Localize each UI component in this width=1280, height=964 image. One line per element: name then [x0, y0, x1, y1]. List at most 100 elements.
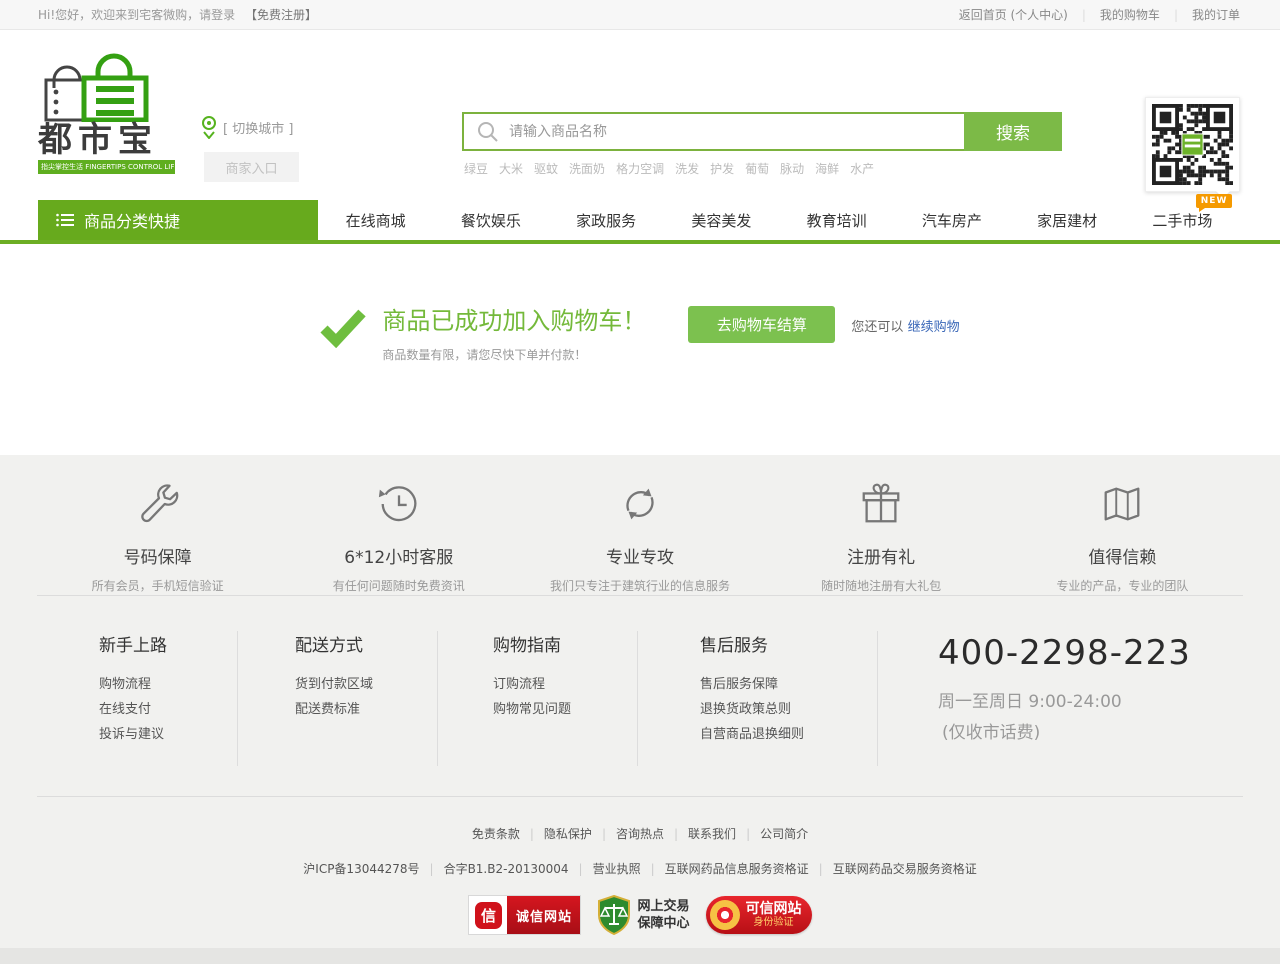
hot-keyword-link[interactable]: 大米 [499, 160, 523, 177]
trade-protect-line2: 保障中心 [637, 915, 689, 932]
hot-keyword-link[interactable]: 洗面奶 [569, 160, 605, 177]
credit-site-badge[interactable]: 信 诚信网站 [468, 895, 581, 935]
nav-item[interactable]: NEW 二手市场 [1152, 210, 1212, 231]
hot-keyword-link[interactable]: 格力空调 [616, 160, 664, 177]
feature-desc: 随时随地注册有大礼包 [761, 577, 1002, 594]
welcome-area: Hi!您好，欢迎来到宅客微购，请登录 【免费注册】 [38, 6, 317, 23]
policy-link[interactable]: 免责条款 [472, 827, 544, 841]
nav-item-label: 美容美发 [691, 212, 751, 230]
search-input[interactable] [509, 114, 964, 149]
nav-item-label: 汽车房产 [922, 212, 982, 230]
feature-title: 注册有礼 [761, 543, 1002, 568]
nav-item[interactable]: 餐饮娱乐 [461, 210, 521, 231]
footer-col-delivery: 配送方式 货到付款区域配送费标准 [238, 631, 438, 766]
nav-item[interactable]: 在线商城 [346, 210, 406, 231]
footer-link[interactable]: 订购流程 [493, 672, 637, 697]
footer-links-section: 新手上路 购物流程在线支付投诉与建议 配送方式 货到付款区域配送费标准 购物指南… [37, 596, 1243, 797]
trade-protect-line1: 网上交易 [637, 898, 689, 915]
continue-shopping-link[interactable]: 继续购物 [908, 320, 960, 335]
nav-item-label: 在线商城 [346, 212, 406, 230]
hot-keyword-link[interactable]: 脉动 [780, 160, 804, 177]
feature-desc: 所有会员，手机短信验证 [37, 577, 278, 594]
footer-link[interactable]: 购物流程 [99, 672, 237, 697]
nav-item[interactable]: 教育培训 [807, 210, 867, 231]
nav-item[interactable]: 汽车房产 [922, 210, 982, 231]
policy-link[interactable]: 公司简介 [760, 827, 808, 841]
nav-item[interactable]: 家居建材 [1037, 210, 1097, 231]
nav-item-label: 二手市场 [1152, 212, 1212, 230]
footer-link[interactable]: 投诉与建议 [99, 722, 237, 747]
feature-service-hours: 6*12小时客服 有任何问题随时免费资讯 [278, 481, 519, 595]
feature-desc: 我们只专注于建筑行业的信息服务 [519, 577, 760, 594]
hot-keywords: 绿豆大米驱蚊洗面奶格力空调洗发护发葡萄脉动海鲜水产 [464, 160, 1064, 177]
home-link[interactable]: 返回首页 (个人中心) [959, 6, 1068, 23]
location-pin-icon [200, 115, 218, 139]
divider: | [1174, 8, 1178, 22]
topbar-links: 返回首页 (个人中心) | 我的购物车 | 我的订单 [959, 6, 1240, 23]
hot-keyword-link[interactable]: 洗发 [675, 160, 699, 177]
hot-keyword-link[interactable]: 水产 [850, 160, 874, 177]
feature-title: 值得信赖 [1002, 543, 1243, 568]
also-text: 您还可以 [851, 320, 903, 335]
hot-keyword-link[interactable]: 护发 [710, 160, 734, 177]
feature-desc: 专业的产品，专业的团队 [1002, 577, 1243, 594]
switch-city-label: [ 切换城市 ] [223, 118, 293, 137]
footer-link[interactable]: 购物常见问题 [493, 697, 637, 722]
footer-link[interactable]: 自营商品退换细则 [700, 722, 877, 747]
nav-item-label: 教育培训 [807, 212, 867, 230]
hot-keyword-link[interactable]: 葡萄 [745, 160, 769, 177]
certificate-badges: 信 诚信网站 网上交易 保障中心 可信网站 [0, 895, 1280, 935]
category-menu-button[interactable]: 商品分类快捷 [38, 200, 318, 240]
search-icon [477, 121, 499, 143]
free-register-link[interactable]: 【免费注册】 [245, 8, 317, 22]
nav-item-label: 家居建材 [1037, 212, 1097, 230]
go-to-cart-button[interactable]: 去购物车结算 [688, 306, 835, 343]
site-logo[interactable]: 都市宝 指尖掌控生活 FINGERTIPS CONTROL LIFE [38, 50, 178, 174]
footer-link[interactable]: 退换货政策总则 [700, 697, 877, 722]
nav-item[interactable]: 家政服务 [576, 210, 636, 231]
hot-keyword-link[interactable]: 驱蚊 [534, 160, 558, 177]
feature-title: 专业专攻 [519, 543, 760, 568]
trusted-site-line1: 可信网站 [746, 902, 802, 917]
welcome-text: Hi!您好，欢迎来到宅客微购，请登录 [38, 8, 235, 22]
service-phone-number: 400-2298-223 [938, 633, 1191, 673]
features-row: 号码保障 所有会员，手机短信验证 6*12小时客服 有任何问题随时免费资讯 专业… [37, 455, 1243, 596]
service-phone-block: 400-2298-223 周一至周日 9:00-24:00 (仅收市话费) [878, 631, 1191, 796]
nav-item[interactable]: 美容美发 [691, 210, 751, 231]
feature-desc: 有任何问题随时免费资讯 [278, 577, 519, 594]
success-check-icon [320, 308, 366, 348]
trusted-site-badge[interactable]: 可信网站 身份验证 [706, 896, 812, 934]
hot-keyword-link[interactable]: 海鲜 [815, 160, 839, 177]
registration-links: 沪ICP备13044278号合字B1.B2-20130004营业执照互联网药品信… [0, 858, 1280, 877]
footer-link[interactable]: 在线支付 [99, 697, 237, 722]
footer-link[interactable]: 货到付款区域 [295, 672, 437, 697]
nav-menu: 在线商城 餐饮娱乐 家政服务 美容美发 教育培训 [318, 200, 1240, 240]
my-cart-link[interactable]: 我的购物车 [1100, 6, 1160, 23]
search-bar: 搜索 [462, 112, 1062, 151]
header: 都市宝 指尖掌控生活 FINGERTIPS CONTROL LIFE [ 切换城… [0, 30, 1280, 200]
footer-link[interactable]: 配送费标准 [295, 697, 437, 722]
footer-link[interactable]: 售后服务保障 [700, 672, 877, 697]
registration-link[interactable]: 互联网药品交易服务资格证 [833, 862, 977, 876]
feature-trustworthy: 值得信赖 专业的产品，专业的团队 [1002, 481, 1243, 595]
registration-link[interactable]: 合字B1.B2-20130004 [444, 862, 593, 876]
policy-link[interactable]: 联系我们 [688, 827, 760, 841]
search-button[interactable]: 搜索 [964, 112, 1062, 151]
bottom-strip [0, 948, 1280, 964]
my-orders-link[interactable]: 我的订单 [1192, 6, 1240, 23]
registration-link[interactable]: 互联网药品信息服务资格证 [665, 862, 833, 876]
switch-city-button[interactable]: [ 切换城市 ] [200, 115, 293, 139]
trade-protect-badge[interactable]: 网上交易 保障中心 [597, 895, 689, 935]
policy-link[interactable]: 咨询热点 [616, 827, 688, 841]
policy-link[interactable]: 隐私保护 [544, 827, 616, 841]
wrench-icon [135, 481, 181, 527]
merchant-entry-button[interactable]: 商家入口 [204, 152, 299, 182]
registration-link[interactable]: 营业执照 [593, 862, 665, 876]
nav-item-label: 家政服务 [576, 212, 636, 230]
registration-link[interactable]: 沪ICP备13044278号 [303, 862, 443, 876]
qr-code-image [1152, 104, 1233, 185]
footer-col-title: 售后服务 [700, 631, 877, 656]
nav-item-label: 餐饮娱乐 [461, 212, 521, 230]
footer-col-aftersale: 售后服务 售后服务保障退换货政策总则自营商品退换细则 [638, 631, 878, 766]
hot-keyword-link[interactable]: 绿豆 [464, 160, 488, 177]
